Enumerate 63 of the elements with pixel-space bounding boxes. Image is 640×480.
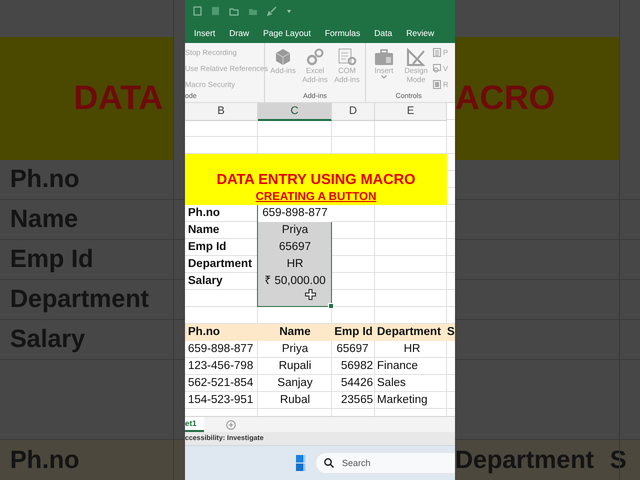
sheet-tab[interactable]: et1 bbox=[185, 417, 204, 432]
gears-icon bbox=[305, 48, 325, 66]
list-icon bbox=[433, 48, 441, 57]
ribbon-tab[interactable]: Page Layout bbox=[263, 28, 311, 38]
table-cell-text: Sanjay bbox=[276, 376, 314, 391]
field-value[interactable]: 65697 bbox=[258, 239, 332, 256]
search-field[interactable]: Search bbox=[315, 452, 455, 474]
field-value[interactable]: 659-898-877 bbox=[258, 205, 332, 222]
ribbon-tab[interactable]: Insert bbox=[194, 28, 216, 38]
field-value[interactable]: HR bbox=[258, 256, 332, 273]
table-cell-text: 65697 bbox=[336, 342, 370, 357]
window-icon bbox=[433, 64, 441, 73]
caret-icon[interactable] bbox=[286, 8, 292, 14]
column-header[interactable]: D bbox=[332, 103, 375, 121]
table-header: Name bbox=[278, 325, 312, 340]
table-cell-text: 562-521-854 bbox=[187, 376, 254, 391]
search-icon bbox=[324, 458, 334, 468]
field-value[interactable]: ₹ 50,000.00 bbox=[258, 273, 332, 290]
column-header: Ph.no bbox=[10, 446, 80, 474]
toolbox-icon bbox=[374, 48, 394, 66]
document-gear-icon bbox=[337, 48, 357, 66]
ribbon-tab[interactable]: Review bbox=[406, 28, 434, 38]
cube-icon bbox=[274, 48, 292, 66]
fill-handle[interactable] bbox=[328, 303, 334, 309]
banner-subtitle: CREATING A BUTTON bbox=[256, 191, 376, 203]
add-sheet-icon[interactable] bbox=[226, 420, 236, 430]
cursor-icon bbox=[305, 289, 316, 300]
column-header[interactable]: C bbox=[258, 103, 332, 121]
field-label: Ph.no bbox=[187, 206, 221, 221]
banner-title: DATA ENTRY USING MACRO bbox=[216, 172, 416, 188]
column-header[interactable]: B bbox=[185, 103, 258, 121]
field-value[interactable]: Priya bbox=[258, 222, 332, 239]
banner-text: ACRO bbox=[455, 79, 556, 118]
ribbon-tab[interactable]: Draw bbox=[229, 28, 250, 38]
table-cell-text: Sales bbox=[376, 376, 407, 391]
field-label: Department bbox=[187, 257, 253, 272]
ribbon-tab[interactable]: Formulas bbox=[324, 28, 360, 38]
table-cell-text: Marketing bbox=[376, 393, 428, 408]
field-label: Name bbox=[187, 223, 220, 238]
document-icon bbox=[433, 80, 441, 89]
table-cell-text: 123-456-798 bbox=[187, 359, 254, 374]
table-cell-text: 154-523-951 bbox=[187, 393, 254, 408]
table-cell-text: HR bbox=[402, 342, 422, 357]
column-header: Department bbox=[455, 446, 594, 474]
ribbon-tab[interactable]: Data bbox=[374, 28, 392, 38]
table-cell-text: 54426 bbox=[340, 376, 374, 391]
table-header: Department bbox=[376, 325, 442, 340]
table-cell-text: 659-898-877 bbox=[187, 342, 254, 357]
table-cell-text: Finance bbox=[376, 359, 419, 374]
table-header: Emp Id bbox=[333, 325, 374, 340]
table-cell-text: 56982 bbox=[340, 359, 374, 374]
ruler-triangle-icon bbox=[406, 48, 426, 66]
table-cell-text: Rubal bbox=[278, 393, 312, 408]
table-header: S bbox=[447, 325, 455, 340]
table-cell-text: Rupali bbox=[278, 359, 312, 374]
windows-logo-icon[interactable] bbox=[296, 455, 305, 471]
table-header: Ph.no bbox=[187, 325, 221, 340]
column-header[interactable]: E bbox=[375, 103, 447, 121]
banner-text: DATA bbox=[74, 79, 163, 118]
field-label: Salary bbox=[187, 274, 224, 289]
table-cell-text: 23565 bbox=[340, 393, 374, 408]
field-label: Emp Id bbox=[187, 240, 228, 255]
table-cell-text: Priya bbox=[280, 342, 310, 357]
